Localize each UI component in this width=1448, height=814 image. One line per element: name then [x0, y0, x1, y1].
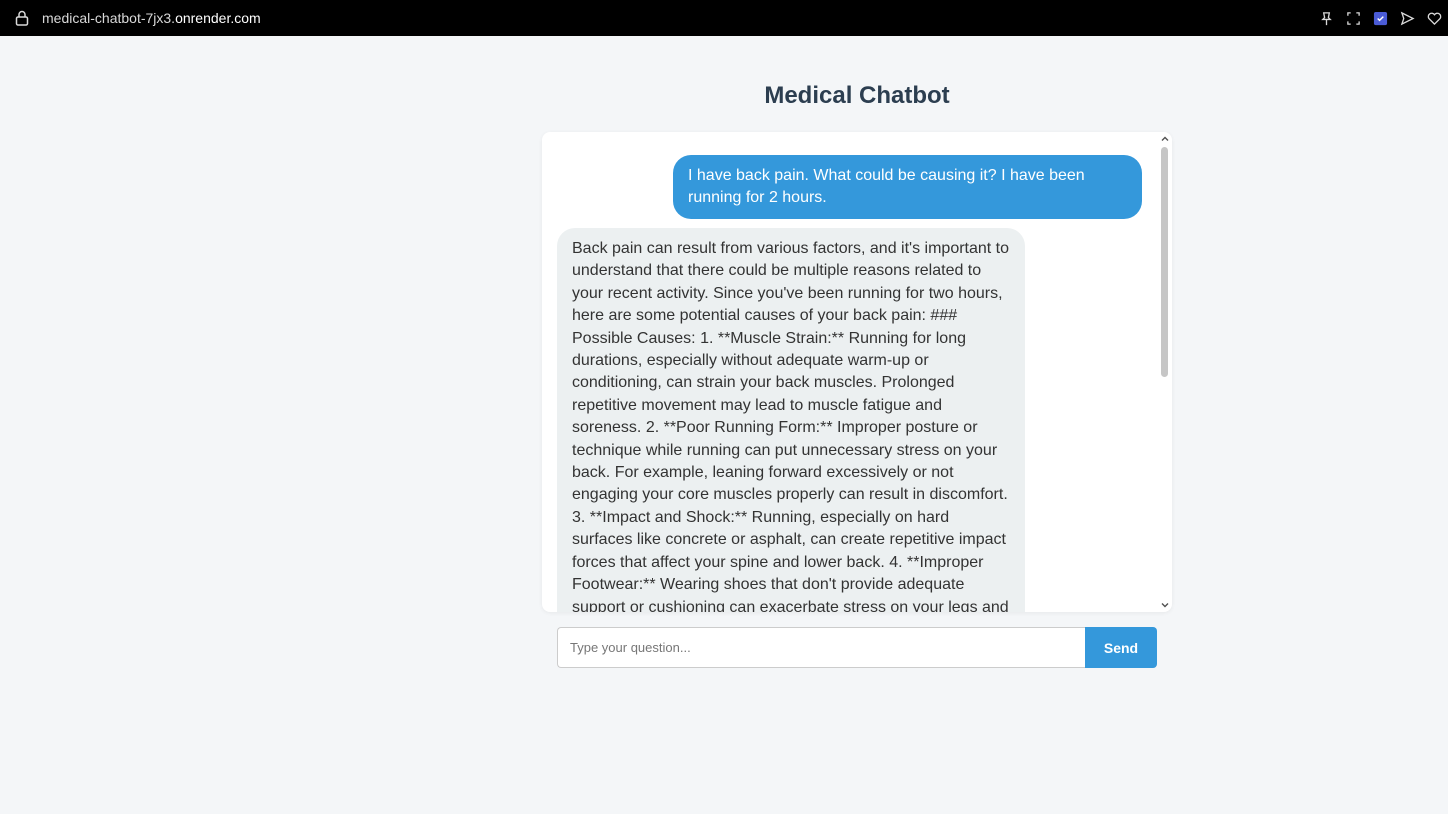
lock-icon — [15, 10, 29, 26]
scroll-down-arrow-icon[interactable] — [1160, 600, 1170, 610]
scrollbar-thumb[interactable] — [1161, 147, 1168, 377]
send-icon[interactable] — [1394, 0, 1421, 36]
user-message: I have back pain. What could be causing … — [673, 155, 1142, 219]
send-button[interactable]: Send — [1085, 627, 1157, 668]
browser-toolbar: medical-chatbot-7jx3.onrender.com — [0, 0, 1448, 36]
scroll-up-arrow-icon[interactable] — [1160, 134, 1170, 144]
url-prefix: medical-chatbot-7jx3. — [42, 10, 176, 26]
question-input[interactable] — [557, 627, 1085, 668]
chat-container[interactable]: I have back pain. What could be causing … — [542, 132, 1172, 612]
pin-icon[interactable] — [1313, 0, 1340, 36]
bot-message: Back pain can result from various factor… — [557, 228, 1025, 612]
shield-icon[interactable] — [1367, 0, 1394, 36]
page-title: Medical Chatbot — [764, 82, 950, 109]
question-form: Send — [557, 627, 1157, 668]
heart-icon[interactable] — [1421, 0, 1448, 36]
url-domain: onrender.com — [175, 10, 261, 26]
screenshot-icon[interactable] — [1340, 0, 1367, 36]
address-bar[interactable]: medical-chatbot-7jx3.onrender.com — [42, 10, 261, 26]
